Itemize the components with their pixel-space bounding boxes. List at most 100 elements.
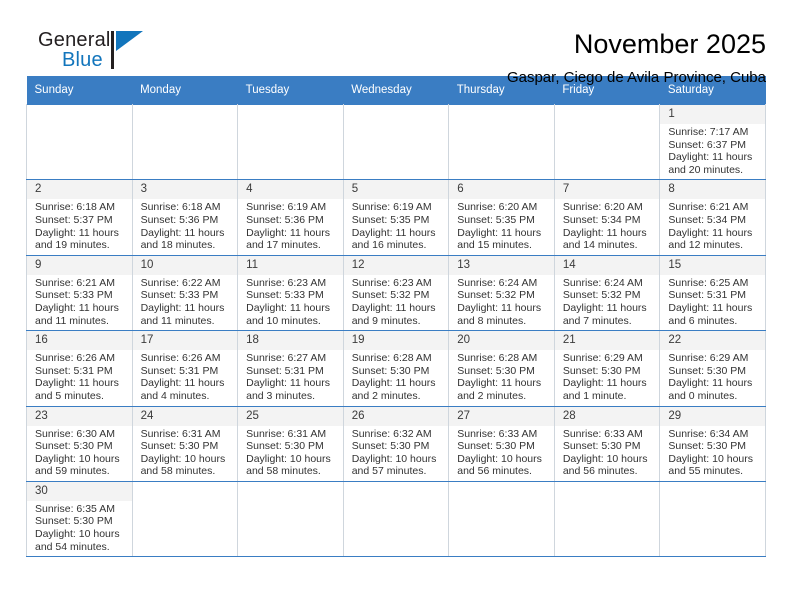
daylight-text-line1: Daylight: 10 hours [35, 528, 120, 541]
sunrise-text: Sunrise: 6:32 AM [351, 427, 432, 440]
sunrise-text: Sunrise: 6:18 AM [35, 201, 115, 214]
day-number: 17 [132, 331, 238, 351]
calendar-day-cell[interactable]: 22 Sunrise: 6:29 AM Sunset: 5:30 PM Dayligh… [659, 330, 766, 407]
sunrise-text: Sunrise: 6:20 AM [562, 201, 643, 214]
sunrise-text: Sunrise: 6:23 AM [351, 276, 432, 289]
calendar-day-cell-empty [448, 103, 555, 181]
title-block: November 2025 Gaspar, Ciego de Avila Pro… [141, 28, 766, 89]
day-events: Sunrise: 6:31 AM Sunset: 5:30 PM Daylight:… [238, 426, 343, 481]
sunrise-text: Sunrise: 6:24 AM [562, 276, 643, 289]
daylight-text-line1: Daylight: 11 hours [668, 377, 753, 390]
sunrise-text: Sunrise: 6:22 AM [140, 276, 221, 289]
sunrise-text: Sunrise: 6:30 AM [35, 427, 115, 440]
calendar-day-cell-empty [237, 103, 344, 181]
calendar-day-cell[interactable]: 8 Sunrise: 6:21 AM Sunset: 5:34 PM Daylight… [659, 179, 766, 256]
daylight-text-line1: Daylight: 11 hours [35, 226, 119, 239]
day-number: 26 [343, 406, 449, 426]
calendar-day-cell[interactable]: 3 Sunrise: 6:18 AM Sunset: 5:36 PM Daylight… [131, 179, 239, 256]
calendar-day-cell[interactable]: 11 Sunrise: 6:23 AM Sunset: 5:33 PM Dayligh… [237, 254, 344, 332]
calendar-day-cell[interactable]: 19 Sunrise: 6:28 AM Sunset: 5:30 PM Dayligh… [342, 330, 450, 407]
calendar-day-cell[interactable]: 17 Sunrise: 6:26 AM Sunset: 5:31 PM Dayligh… [131, 330, 239, 407]
day-events: Sunrise: 6:33 AM Sunset: 5:30 PM Daylight:… [449, 426, 554, 481]
calendar-day-cell[interactable]: 20 Sunrise: 6:28 AM Sunset: 5:30 PM Dayligh… [448, 330, 555, 407]
day-events: Sunrise: 6:18 AM Sunset: 5:36 PM Daylight:… [133, 199, 238, 254]
day-events: Sunrise: 6:24 AM Sunset: 5:32 PM Daylight:… [555, 275, 660, 330]
daylight-text-line2: and 58 minutes. [246, 465, 321, 478]
calendar-day-cell[interactable]: 28 Sunrise: 6:33 AM Sunset: 5:30 PM Dayligh… [553, 405, 661, 482]
daylight-text-line1: Daylight: 10 hours [562, 452, 648, 465]
sunset-text: Sunset: 5:31 PM [35, 364, 113, 377]
daylight-text-line1: Daylight: 10 hours [351, 452, 437, 465]
calendar-day-cell[interactable]: 30 Sunrise: 6:35 AM Sunset: 5:30 PM Dayligh… [26, 480, 133, 558]
calendar-day-cell[interactable]: 9 Sunrise: 6:21 AM Sunset: 5:33 PM Daylight… [26, 254, 133, 332]
daylight-text-line1: Daylight: 11 hours [668, 226, 753, 239]
day-events: Sunrise: 6:23 AM Sunset: 5:33 PM Daylight:… [238, 275, 343, 330]
sunset-text: Sunset: 5:33 PM [246, 289, 324, 302]
calendar-day-cell[interactable]: 13 Sunrise: 6:24 AM Sunset: 5:32 PM Dayligh… [448, 254, 555, 332]
calendar-day-cell[interactable]: 2 Sunrise: 6:18 AM Sunset: 5:37 PM Daylight… [26, 179, 133, 256]
daylight-text-line1: Daylight: 11 hours [246, 377, 330, 390]
calendar-day-cell[interactable]: 26 Sunrise: 6:32 AM Sunset: 5:30 PM Dayligh… [342, 405, 450, 482]
calendar-day-cell[interactable]: 24 Sunrise: 6:31 AM Sunset: 5:30 PM Dayligh… [131, 405, 239, 482]
calendar-week-row: 30 Sunrise: 6:35 AM Sunset: 5:30 PM Dayligh… [26, 480, 766, 558]
day-events: Sunrise: 6:18 AM Sunset: 5:37 PM Daylight:… [27, 199, 132, 254]
daylight-text-line2: and 1 minute. [562, 389, 627, 402]
calendar-day-cell[interactable]: 4 Sunrise: 6:19 AM Sunset: 5:36 PM Daylight… [237, 179, 344, 256]
daylight-text-line2: and 3 minutes. [246, 389, 316, 402]
calendar-day-cell[interactable]: 12 Sunrise: 6:23 AM Sunset: 5:32 PM Dayligh… [342, 254, 450, 332]
daylight-text-line2: and 54 minutes. [35, 540, 110, 553]
calendar-day-cell[interactable]: 18 Sunrise: 6:27 AM Sunset: 5:31 PM Dayligh… [237, 330, 344, 407]
day-events: Sunrise: 6:28 AM Sunset: 5:30 PM Daylight:… [449, 350, 554, 405]
sunrise-text: Sunrise: 6:20 AM [457, 201, 538, 214]
calendar-day-cell-empty [131, 103, 239, 181]
sunrise-text: Sunrise: 6:33 AM [562, 427, 643, 440]
calendar-day-cell-empty [342, 480, 450, 558]
sunrise-text: Sunrise: 6:29 AM [562, 352, 643, 365]
day-number: 21 [554, 331, 660, 351]
daylight-text-line2: and 8 minutes. [457, 314, 527, 327]
day-events: Sunrise: 6:29 AM Sunset: 5:30 PM Daylight:… [660, 350, 765, 405]
sunset-text: Sunset: 5:36 PM [246, 213, 324, 226]
calendar-day-cell[interactable]: 7 Sunrise: 6:20 AM Sunset: 5:34 PM Daylight… [553, 179, 661, 256]
general-blue-logo[interactable]: General Blue [26, 28, 143, 76]
daylight-text-line2: and 5 minutes. [35, 389, 104, 402]
day-number: 16 [27, 331, 132, 351]
daylight-text-line2: and 14 minutes. [562, 239, 638, 252]
daylight-text-line1: Daylight: 11 hours [562, 301, 647, 314]
sunset-text: Sunset: 5:30 PM [457, 364, 535, 377]
sunrise-text: Sunrise: 6:28 AM [457, 352, 538, 365]
calendar-week-row: 23 Sunrise: 6:30 AM Sunset: 5:30 PM Dayligh… [26, 405, 766, 482]
daylight-text-line1: Daylight: 11 hours [457, 377, 542, 390]
day-number: 2 [27, 180, 132, 200]
calendar-day-cell[interactable]: 10 Sunrise: 6:22 AM Sunset: 5:33 PM Dayligh… [131, 254, 239, 332]
calendar-day-cell[interactable]: 23 Sunrise: 6:30 AM Sunset: 5:30 PM Dayligh… [26, 405, 133, 482]
calendar-day-cell[interactable]: 1 Sunrise: 7:17 AM Sunset: 6:37 PM Daylight… [659, 103, 766, 181]
calendar-day-cell[interactable]: 25 Sunrise: 6:31 AM Sunset: 5:30 PM Dayligh… [237, 405, 344, 482]
calendar-day-cell[interactable]: 21 Sunrise: 6:29 AM Sunset: 5:30 PM Dayligh… [553, 330, 661, 407]
calendar-day-cell[interactable]: 15 Sunrise: 6:25 AM Sunset: 5:31 PM Dayligh… [659, 254, 766, 332]
day-number: 18 [238, 331, 343, 351]
calendar-day-cell[interactable]: 27 Sunrise: 6:33 AM Sunset: 5:30 PM Dayligh… [448, 405, 555, 482]
daylight-text-line2: and 7 minutes. [562, 314, 632, 327]
daylight-text-line1: Daylight: 11 hours [140, 377, 225, 390]
daylight-text-line1: Daylight: 11 hours [562, 226, 647, 239]
calendar-day-cell[interactable]: 29 Sunrise: 6:34 AM Sunset: 5:30 PM Dayligh… [659, 405, 766, 482]
calendar-day-cell[interactable]: 6 Sunrise: 6:20 AM Sunset: 5:35 PM Daylight… [448, 179, 555, 256]
day-number: 22 [660, 331, 765, 351]
sunset-text: Sunset: 5:30 PM [351, 440, 430, 453]
calendar-day-cell[interactable]: 16 Sunrise: 6:26 AM Sunset: 5:31 PM Dayligh… [26, 330, 133, 407]
calendar-day-cell[interactable]: 14 Sunrise: 6:24 AM Sunset: 5:32 PM Dayligh… [553, 254, 661, 332]
calendar-day-cell-empty [131, 480, 239, 558]
daylight-text-line1: Daylight: 11 hours [351, 226, 436, 239]
daylight-text-line1: Daylight: 11 hours [246, 301, 330, 314]
calendar-week-row: 2 Sunrise: 6:18 AM Sunset: 5:37 PM Daylight… [26, 179, 766, 256]
day-number: 23 [27, 406, 132, 426]
sunrise-text: Sunrise: 6:19 AM [246, 201, 327, 214]
calendar-week-row: 9 Sunrise: 6:21 AM Sunset: 5:33 PM Daylight… [26, 254, 766, 332]
day-number: 9 [27, 255, 132, 275]
daylight-text-line2: and 15 minutes. [457, 239, 532, 252]
calendar-day-cell-empty [448, 480, 555, 558]
sunset-text: Sunset: 5:37 PM [35, 213, 113, 226]
calendar-day-cell[interactable]: 5 Sunrise: 6:19 AM Sunset: 5:35 PM Daylight… [342, 179, 450, 256]
calendar-day-cell-empty [342, 103, 450, 181]
